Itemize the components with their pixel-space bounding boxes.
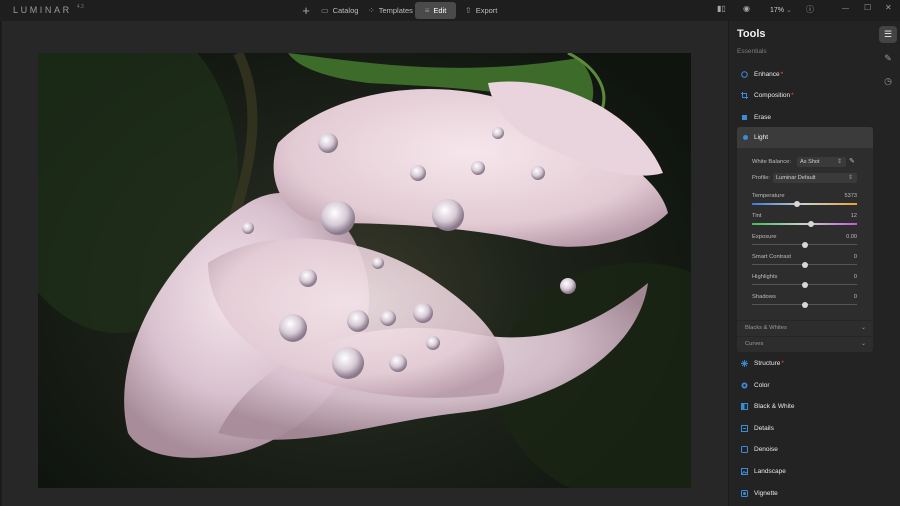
tools-tab-icon[interactable]: ☰ [879, 26, 897, 43]
slider-label: Shadows [752, 294, 776, 300]
tool-color[interactable]: Color [741, 378, 770, 392]
subsection-blacks-whites[interactable]: Blacks & Whites ⌄ [737, 320, 873, 334]
vignette-icon [741, 489, 748, 497]
slider-value: 5373 [844, 193, 857, 199]
landscape-icon [741, 467, 748, 475]
slider-track[interactable] [752, 301, 857, 308]
add-photos-button[interactable]: + [299, 2, 313, 19]
tool-erase[interactable]: Erase [741, 110, 771, 124]
slider-knob[interactable] [801, 281, 808, 288]
tool-landscape[interactable]: Landscape [741, 464, 786, 478]
eyedropper-icon[interactable]: ✎ [849, 157, 855, 165]
slider-knob[interactable] [801, 261, 808, 268]
crop-icon [741, 91, 748, 99]
zoom-select[interactable]: 17% ⌄ [770, 6, 792, 14]
tool-black-white[interactable]: Black & White [741, 399, 794, 413]
slider-knob[interactable] [801, 241, 808, 248]
tab-edit[interactable]: ≡ Edit [415, 2, 456, 19]
slider-label: Temperature [752, 193, 785, 199]
slider-track[interactable] [752, 281, 857, 288]
white-balance-label: White Balance: [752, 159, 791, 165]
slider-label: Exposure [752, 234, 777, 240]
maximize-button[interactable]: ☐ [864, 3, 871, 12]
eye-icon[interactable]: ◉ [743, 4, 750, 13]
tool-denoise[interactable]: Denoise [741, 442, 778, 456]
panel-title: Tools [737, 28, 766, 40]
slider-value: 0.00 [846, 234, 857, 240]
chevron-down-icon: ⌄ [860, 341, 866, 347]
chevron-down-icon: ⌄ [860, 325, 866, 331]
sliders-icon: ≡ [424, 6, 430, 15]
slider-value: 12 [850, 213, 857, 219]
tab-export[interactable]: ⇧ Export [459, 2, 503, 19]
details-icon [741, 424, 748, 432]
tool-structure[interactable]: Structure * [741, 356, 784, 370]
light-icon [743, 135, 748, 140]
slider-track[interactable] [752, 221, 857, 227]
chevron-updown-icon: ⇕ [847, 175, 853, 181]
tool-composition[interactable]: Composition * [741, 88, 794, 102]
chevron-updown-icon: ⇕ [836, 159, 842, 165]
light-tool-header[interactable]: Light [737, 127, 873, 148]
eraser-icon [741, 114, 748, 121]
slider-value: 0 [853, 274, 857, 280]
top-bar: LUMINAR 4.3 + ▭ Catalog ⁘ Templates ≡ Ed… [0, 0, 900, 21]
tab-templates[interactable]: ⁘ Templates [362, 2, 419, 19]
subsection-curves[interactable]: Curves ⌄ [737, 336, 873, 350]
rose-image [38, 53, 691, 488]
slider-knob[interactable] [801, 301, 808, 308]
color-icon [741, 382, 748, 389]
slider-knob[interactable] [807, 221, 814, 227]
structure-icon [741, 359, 748, 367]
close-button[interactable]: ✕ [885, 3, 892, 12]
compare-icon[interactable]: ▮▯ [717, 4, 726, 13]
slider-label: Highlights [752, 274, 778, 280]
denoise-icon [741, 445, 748, 453]
tool-details[interactable]: Details [741, 421, 774, 435]
tool-vignette[interactable]: Vignette [741, 486, 778, 500]
slider-track[interactable] [752, 201, 857, 207]
slider-track[interactable] [752, 261, 857, 268]
export-icon: ⇧ [465, 6, 472, 15]
info-icon[interactable]: ⓘ [806, 4, 814, 15]
minimize-button[interactable]: — [842, 5, 849, 12]
tool-enhance[interactable]: Enhance * [741, 67, 783, 81]
white-balance-select[interactable]: As Shot ⇕ [797, 157, 846, 167]
templates-icon: ⁘ [368, 6, 375, 15]
enhance-icon [741, 70, 748, 78]
slider-label: Tint [752, 213, 762, 219]
app-logo: LUMINAR 4.3 [13, 4, 84, 15]
photo-preview [38, 53, 691, 488]
slider-value: 0 [853, 254, 857, 260]
section-essentials: Essentials [737, 48, 767, 55]
slider-label: Smart Contrast [752, 254, 791, 260]
profile-label: Profile: [752, 175, 771, 181]
slider-value: 0 [853, 294, 857, 300]
brush-icon[interactable]: ✎ [879, 50, 897, 67]
history-icon[interactable]: ◷ [879, 73, 897, 90]
slider-track[interactable] [752, 241, 857, 248]
profile-select[interactable]: Luminar Default ⇕ [773, 173, 857, 183]
tab-catalog[interactable]: ▭ Catalog [315, 2, 364, 19]
folder-icon: ▭ [321, 6, 329, 15]
black-white-icon [741, 402, 748, 410]
